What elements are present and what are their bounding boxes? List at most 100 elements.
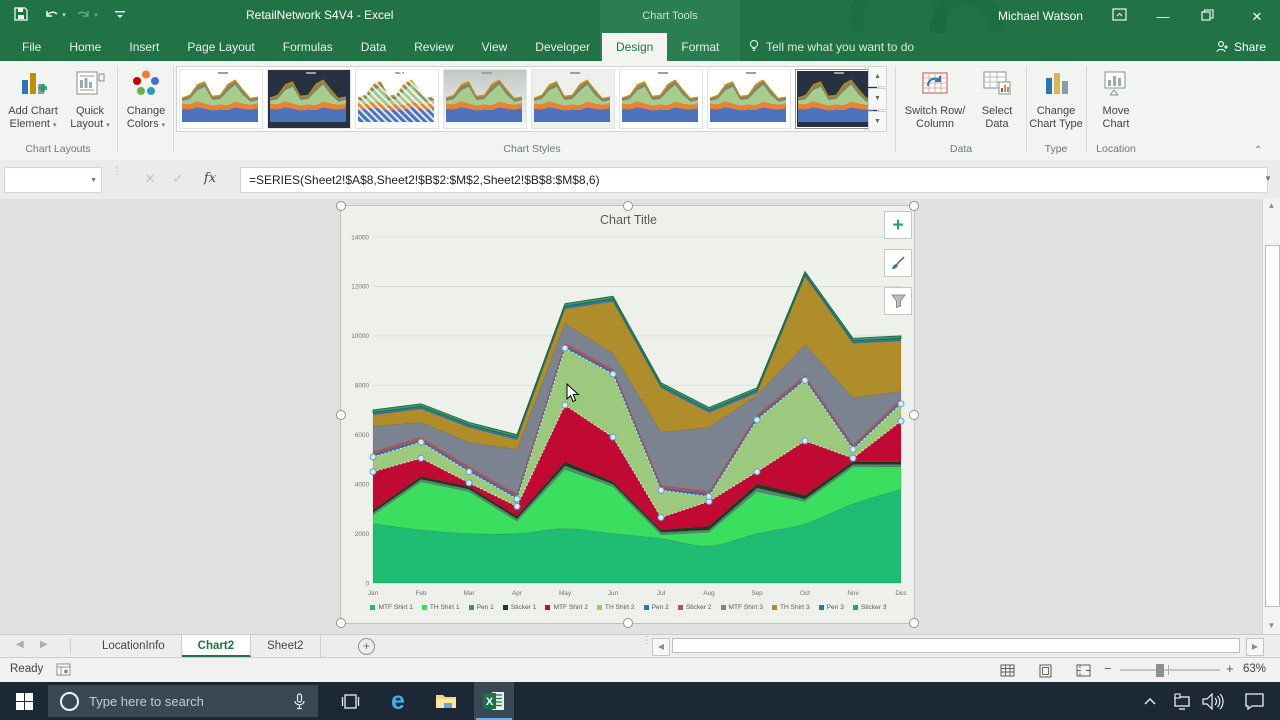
legend-item-th-shirt-2[interactable]: TH Shirt 2 (597, 604, 635, 611)
chart-handle[interactable] (909, 410, 919, 420)
chart-handle[interactable] (336, 410, 346, 420)
sheet-nav-left-icon[interactable]: ◀ (16, 639, 24, 650)
undo-dropdown-caret[interactable]: ▾ (60, 6, 68, 26)
ribbon-tab-data[interactable]: Data (347, 33, 400, 61)
sheet-tab-chart2[interactable]: Chart2 (182, 635, 251, 657)
legend-item-mtf-shirt-1[interactable]: MTF Shirt 1 (370, 604, 412, 611)
name-box[interactable]: ▼ (4, 167, 102, 193)
microphone-icon[interactable] (293, 693, 306, 710)
collapse-ribbon-icon[interactable]: ⌃ (1254, 145, 1262, 156)
start-button[interactable] (0, 682, 48, 720)
name-box-caret-icon[interactable]: ▼ (90, 177, 97, 184)
macro-record-icon[interactable] (56, 662, 71, 682)
chart-handle[interactable] (336, 618, 346, 628)
taskbar-search-input[interactable]: Type here to search (48, 685, 318, 717)
chart-handle[interactable] (623, 618, 633, 628)
chart-style-thumbnail-6[interactable] (619, 69, 703, 129)
legend-item-sticker-2[interactable]: Sticker 2 (678, 604, 712, 611)
undo-icon[interactable] (42, 6, 60, 26)
user-name[interactable]: Michael Watson (998, 9, 1083, 23)
ribbon-tab-page-layout[interactable]: Page Layout (173, 33, 268, 61)
formula-input[interactable]: =SERIES(Sheet2!$A$8,Sheet2!$B$2:$M$2,She… (240, 167, 1268, 193)
chart-handle[interactable] (909, 618, 919, 628)
gallery-scroll-down-icon[interactable]: ▼ (868, 88, 887, 109)
ribbon-tab-home[interactable]: Home (55, 33, 115, 61)
sheet-tab-locationinfo[interactable]: LocationInfo (86, 635, 182, 657)
zoom-out-icon[interactable]: − (1104, 661, 1112, 676)
chart-style-thumbnail-1[interactable] (179, 69, 263, 129)
legend-item-th-shirt-3[interactable]: TH Shirt 3 (772, 604, 810, 611)
quick-layout-button[interactable]: Quick Layout ▾ (66, 66, 114, 132)
ribbon-tab-view[interactable]: View (468, 33, 522, 61)
scroll-down-icon[interactable]: ▼ (1263, 621, 1280, 630)
volume-icon[interactable] (1196, 682, 1230, 720)
ribbon-tab-format[interactable]: Format (667, 33, 733, 61)
chart-legend[interactable]: MTF Shirt 1 TH Shirt 1 Pen 1 Sticker 1 MTF S… (341, 604, 916, 611)
legend-item-pen-1[interactable]: Pen 1 (469, 604, 494, 611)
chart-style-thumbnail-8[interactable] (795, 69, 879, 129)
share-button[interactable]: Share (1216, 33, 1266, 61)
ribbon-display-options-icon[interactable] (1102, 0, 1136, 33)
vertical-scrollbar[interactable]: ▲ ▼ (1262, 199, 1280, 634)
legend-item-mtf-shirt-2[interactable]: MTF Shirt 2 (545, 604, 587, 611)
ribbon-tab-formulas[interactable]: Formulas (269, 33, 347, 61)
action-center-icon[interactable] (1236, 682, 1272, 720)
horizontal-scroll-thumb[interactable] (672, 638, 1240, 653)
normal-view-button[interactable] (994, 662, 1020, 679)
expand-formula-bar-caret-icon[interactable]: ▼ (1264, 174, 1272, 183)
file-explorer-icon[interactable] (426, 682, 466, 720)
chart-style-thumbnail-4[interactable] (443, 69, 527, 129)
chart-styles-button[interactable] (884, 249, 912, 277)
tab-split-handle[interactable]: ⋮ (642, 638, 645, 658)
horizontal-scrollbar[interactable] (670, 638, 1244, 654)
hscroll-right-icon[interactable]: ▶ (1246, 638, 1264, 656)
legend-item-mtf-shirt-3[interactable]: MTF Shirt 3 (721, 604, 763, 611)
zoom-in-icon[interactable]: + (1226, 661, 1234, 676)
zoom-slider-track[interactable] (1120, 669, 1220, 671)
legend-item-sticker-1[interactable]: Sticker 1 (503, 604, 537, 611)
change-colors-button[interactable]: Change Colors ▾ (120, 66, 172, 132)
chart-style-thumbnail-3[interactable] (355, 69, 439, 129)
ribbon-tab-review[interactable]: Review (400, 33, 467, 61)
select-data-button[interactable]: Select Data (972, 66, 1022, 131)
stacked-area-chart[interactable]: 02000400060008000100001200014000JanFebMa… (341, 206, 914, 623)
legend-item-pen-2[interactable]: Pen 2 (644, 604, 669, 611)
insert-function-icon[interactable]: fx (196, 167, 224, 191)
change-chart-type-button[interactable]: Change Chart Type (1028, 66, 1084, 131)
scroll-up-icon[interactable]: ▲ (1263, 201, 1280, 210)
chart-style-thumbnail-2[interactable] (267, 69, 351, 129)
hidden-icons-chevron-icon[interactable] (1134, 682, 1166, 720)
sheet-tab-sheet2[interactable]: Sheet2 (251, 635, 320, 657)
tell-me-box[interactable]: Tell me what you want to do (748, 33, 914, 61)
hscroll-left-icon[interactable]: ◀ (652, 638, 670, 656)
restore-icon[interactable] (1190, 0, 1224, 33)
zoom-slider-handle[interactable] (1156, 664, 1164, 677)
chart-handle[interactable] (909, 201, 919, 211)
excel-app-icon[interactable]: X (474, 682, 514, 720)
gallery-scroll-up-icon[interactable]: ▲ (868, 66, 887, 87)
chart-filters-button[interactable] (884, 287, 912, 315)
chart-elements-button[interactable]: + (884, 211, 912, 239)
add-chart-element-button[interactable]: Add Chart Element ▾ (2, 66, 64, 132)
network-icon[interactable] (1166, 682, 1198, 720)
vertical-scroll-thumb[interactable] (1265, 245, 1280, 607)
minimize-icon[interactable]: — (1146, 0, 1180, 33)
gallery-more-icon[interactable]: ▼ (868, 111, 887, 132)
chart-object[interactable]: Chart Title 0200040006000800010000120001… (340, 205, 915, 624)
close-icon[interactable]: ✕ (1240, 0, 1274, 33)
ribbon-tab-file[interactable]: File (8, 33, 55, 61)
zoom-level[interactable]: 63% (1243, 663, 1266, 675)
customize-quick-access-toolbar-icon[interactable] (112, 6, 128, 26)
task-view-icon[interactable] (330, 682, 370, 720)
page-break-preview-button[interactable] (1070, 662, 1096, 679)
switch-row-column-button[interactable]: Switch Row/ Column (900, 66, 970, 131)
new-sheet-button[interactable]: + (358, 638, 375, 655)
ribbon-tab-developer[interactable]: Developer (521, 33, 604, 61)
legend-item-sticker-3[interactable]: Sticker 3 (853, 604, 887, 611)
sheet-nav-right-icon[interactable]: ▶ (40, 639, 48, 650)
chart-style-thumbnail-7[interactable] (707, 69, 791, 129)
ribbon-tab-design[interactable]: Design (602, 33, 667, 61)
move-chart-button[interactable]: Move Chart (1090, 66, 1142, 131)
chart-handle[interactable] (623, 201, 633, 211)
legend-item-th-shirt-1[interactable]: TH Shirt 1 (422, 604, 460, 611)
